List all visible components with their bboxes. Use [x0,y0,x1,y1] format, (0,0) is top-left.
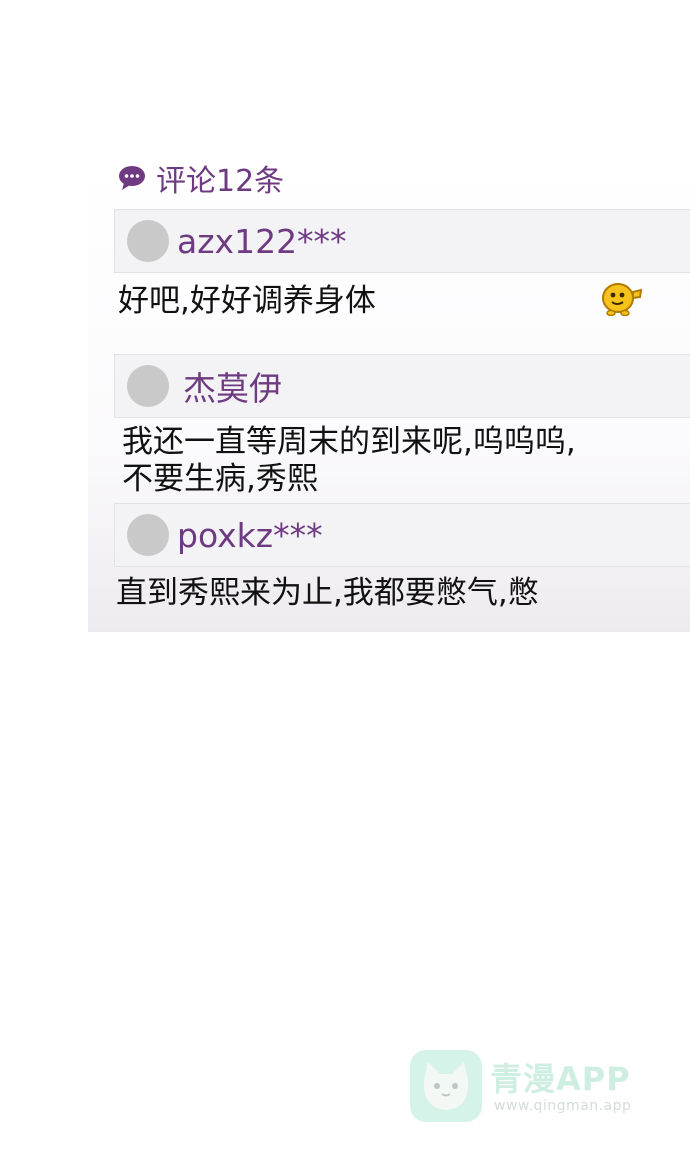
cat-logo-icon [410,1050,482,1122]
app-watermark: 青漫APP www.qingman.app [410,1050,650,1126]
comment-username[interactable]: poxkz*** [177,516,323,555]
comment-text: 直到秀熙来为止,我都要憋气,憋 [116,575,539,612]
avatar[interactable] [127,365,169,407]
comment-text: 好吧,好好调养身体 [118,283,376,320]
cat-face-icon [423,1062,469,1110]
comments-panel: 评论12条 azx122*** 好吧,好好调养身体 杰莫伊 我还一直等周末的到来… [88,160,690,632]
comment-text: 我还一直等周末的到来呢,呜呜呜, 不要生病,秀熙 [122,424,576,497]
comment-header[interactable]: azx122*** [114,209,690,273]
thumbs-up-emoji-icon [602,283,643,316]
avatar[interactable] [127,220,169,262]
watermark-brand-name: 青漫APP [490,1060,631,1098]
page: 评论12条 azx122*** 好吧,好好调养身体 杰莫伊 我还一直等周末的到来… [0,0,690,1153]
comment-username[interactable]: azx122*** [177,222,347,261]
comment-username[interactable]: 杰莫伊 [183,362,282,410]
comments-count-title: 评论12条 [156,164,285,199]
comment-text-line: 直到秀熙来为止,我都要憋气,憋 [116,575,539,611]
chat-bubble-icon [119,166,145,190]
comments-header: 评论12条 [118,160,284,199]
comment-header[interactable]: 杰莫伊 [114,354,690,418]
watermark-url: www.qingman.app [494,1098,632,1114]
comment-text-line: 不要生病,秀熙 [122,460,318,497]
comment-header[interactable]: poxkz*** [114,503,690,567]
avatar[interactable] [127,514,169,556]
comment-text-line: 好吧,好好调养身体 [118,283,376,319]
comment-text-line: 我还一直等周末的到来呢,呜呜呜, [122,424,576,460]
